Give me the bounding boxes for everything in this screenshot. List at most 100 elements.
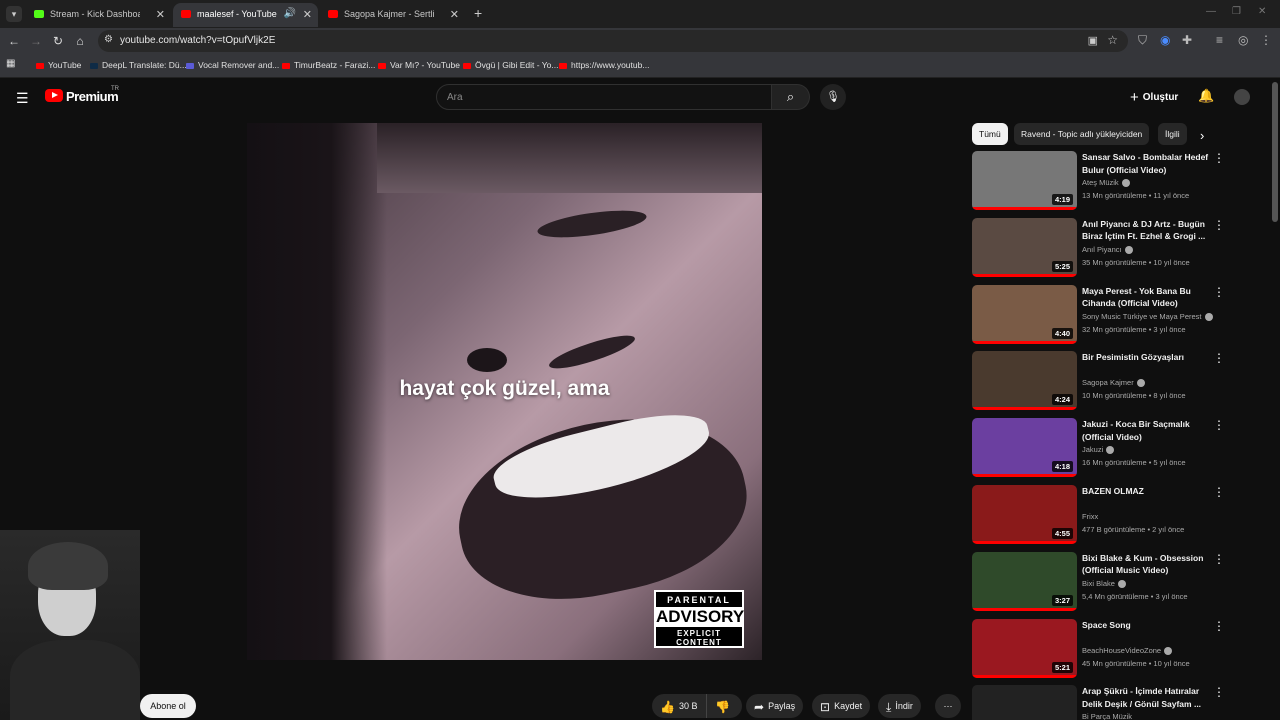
chip-related[interactable]: İlgili [1158,123,1187,145]
video-title[interactable]: Sansar Salvo - Bombalar Hedef Bulur (Off… [1082,151,1210,176]
recommendation-item[interactable]: 5:25 Anıl Piyancı & DJ Artz - Bugün Biraz… [972,217,1230,280]
channel-name[interactable]: Sony Music Türkiye ve Maya Perest [1082,312,1213,321]
more-options-icon[interactable]: ⋮ [1213,552,1225,566]
channel-name[interactable]: BeachHouseVideoZone [1082,646,1173,655]
microphone-icon[interactable]: 🎙 [820,84,846,110]
minimize-icon[interactable]: — [1206,6,1216,17]
video-thumbnail[interactable]: 5:25 [972,217,1077,277]
more-options-icon[interactable]: ⋮ [1213,218,1225,232]
channel-name[interactable]: Jakuzi [1082,445,1115,455]
video-title[interactable]: Space Song [1082,619,1210,632]
video-thumbnail[interactable]: 4:19 [972,151,1077,210]
forward-icon[interactable]: → [28,34,44,48]
create-button[interactable]: + Oluştur [1130,89,1178,106]
video-thumbnail[interactable]: 4:40 [972,284,1077,344]
browser-menu-icon[interactable]: ⋮ [1260,33,1272,47]
more-options-icon[interactable]: ⋮ [1213,619,1225,633]
more-options-icon[interactable]: ⋮ [1213,285,1225,299]
close-tab-icon[interactable]: ✕ [156,8,165,21]
speaker-icon[interactable]: 🔊 [284,8,296,19]
download-button[interactable]: ⤓ İndir [878,694,921,718]
chip-all[interactable]: Tümü [972,123,1008,145]
save-button[interactable]: ⊡ Kaydet [812,694,871,718]
channel-name[interactable]: Anıl Piyancı [1082,245,1133,254]
bookmark-vocal-remover[interactable]: Vocal Remover and... [186,60,279,70]
url-field[interactable]: ⚙ youtube.com/watch?v=tOpufVljk2E ▣ ☆ [98,30,1128,52]
tab-search-icon[interactable]: ▾ [6,6,22,22]
avatar[interactable] [1234,89,1250,105]
like-button[interactable]: 👍 30 B [652,694,708,718]
video-thumbnail[interactable]: 4:18 [972,418,1077,478]
dislike-button[interactable]: 👎 [706,694,742,718]
cast-icon[interactable]: ▣ [1088,34,1098,47]
more-options-icon[interactable]: ⋮ [1213,685,1225,699]
reload-icon[interactable]: ↻ [50,34,66,48]
notifications-bell-icon[interactable]: 🔔 [1198,88,1214,104]
new-tab-icon[interactable]: + [474,5,482,21]
channel-name[interactable]: Bi Parça Müzik [1082,712,1132,720]
recommendation-item[interactable]: 3:27 Bixi Blake & Kum - Obsession (Offici… [972,551,1230,614]
video-thumbnail[interactable]: 4:55 [972,485,1077,544]
recommendation-item[interactable]: 4:40 Maya Perest - Yok Bana Bu Cihanda (O… [972,284,1230,347]
recommendation-item[interactable]: Arap Şükrü - İçimde Hatıralar Delik Deşi… [972,685,1230,720]
more-options-icon[interactable]: ⋮ [1213,151,1225,165]
recommendation-item[interactable]: 4:55 BAZEN OLMAZ Frixx 477 B görüntüleme • … [972,485,1230,547]
more-options-icon[interactable]: ⋮ [1213,485,1225,499]
audio-extension-icon[interactable]: ◉ [1160,33,1170,47]
video-title[interactable]: Arap Şükrü - İçimde Hatıralar Delik Deşi… [1082,685,1210,710]
close-tab-icon[interactable]: ✕ [303,8,312,21]
bookmark-deepl[interactable]: DeepL Translate: Dü... [90,60,187,70]
search-icon[interactable]: ⌕ [772,84,810,110]
home-icon[interactable]: ⌂ [72,34,88,48]
bookmark-timurbeatz[interactable]: TimurBeatz - Farazi... [282,60,375,70]
media-control-icon[interactable]: ≡ [1216,33,1223,47]
shield-extension-icon[interactable]: ⛉ [1138,33,1147,48]
maximize-icon[interactable]: ❐ [1232,6,1241,17]
bookmark-var-mi[interactable]: Var Mı? - YouTube [378,60,460,70]
youtube-logo-icon[interactable] [45,89,63,102]
recommendation-item[interactable]: 5:21 Space Song BeachHouseVideoZone 45 Mn g… [972,618,1230,681]
video-title[interactable]: Jakuzi - Koca Bir Saçmalık (Official Vid… [1082,418,1210,443]
video-title[interactable]: Maya Perest - Yok Bana Bu Cihanda (Offic… [1082,285,1210,310]
video-thumbnail[interactable]: 4:24 [972,351,1077,411]
bookmark-ovgu[interactable]: Övgü | Gibi Edit - Yo... [463,60,558,70]
more-options-icon[interactable]: ⋮ [1213,351,1225,365]
recommendation-item[interactable]: 4:18 Jakuzi - Koca Bir Saçmalık (Official… [972,418,1230,480]
channel-name[interactable]: Ateş Müzik [1082,178,1130,188]
video-thumbnail[interactable]: 3:27 [972,551,1077,611]
video-title[interactable]: BAZEN OLMAZ [1082,485,1210,498]
channel-name[interactable]: Bixi Blake [1082,579,1126,588]
video-thumbnail[interactable]: 5:21 [972,618,1077,678]
tab-sagopa-kajmer[interactable]: Sagopa Kajmer - Sertlik Kanındı ✕ [320,3,465,27]
recommendation-item[interactable]: 4:19 Sansar Salvo - Bombalar Hedef Bulur … [972,151,1230,213]
video-title[interactable]: Bixi Blake & Kum - Obsession (Official M… [1082,552,1210,577]
bookmark-youtube[interactable]: YouTube [36,60,81,70]
bookmark-youtube-url[interactable]: https://www.youtub... [559,60,649,70]
extensions-icon[interactable]: ✚ [1182,33,1192,47]
site-info-icon[interactable]: ⚙ [104,34,113,45]
chip-ravend-topic[interactable]: Ravend - Topic adlı yükleyiciden [1014,123,1150,145]
channel-name[interactable]: Frixx [1082,512,1098,521]
video-thumbnail[interactable] [972,685,1077,720]
channel-name[interactable]: Sagopa Kajmer [1082,378,1145,388]
share-button[interactable]: ➦ Paylaş [746,694,804,718]
scrollbar[interactable] [1272,82,1278,222]
profile-icon[interactable]: ◎ [1238,33,1248,47]
subscribe-button[interactable]: Abone ol [140,694,196,718]
recommendation-item[interactable]: 4:24 Bir Pesimistin Gözyaşları Sagopa Kajm… [972,351,1230,413]
close-tab-icon[interactable]: ✕ [450,8,459,21]
more-options-icon[interactable]: ⋮ [1213,418,1225,432]
menu-icon[interactable]: ☰ [16,90,29,107]
more-actions-button[interactable]: ⋯ [935,694,961,718]
chevron-right-icon[interactable]: › [1200,128,1204,143]
apps-grid-icon[interactable]: ▦ [6,58,15,69]
close-window-icon[interactable]: ✕ [1258,6,1266,17]
tab-maalesef-youtube[interactable]: maalesef - YouTube 🔊 ✕ [173,3,318,27]
video-title[interactable]: Bir Pesimistin Gözyaşları [1082,351,1210,364]
search-input[interactable]: Ara [436,84,772,110]
back-icon[interactable]: ← [6,34,22,48]
video-player[interactable]: hayat çok güzel, ama PARENTAL ADVISORY E… [247,123,762,660]
bookmark-star-icon[interactable]: ☆ [1107,33,1118,47]
tab-kick-dashboard[interactable]: Stream - Kick Dashboard ✕ [26,3,171,27]
video-title[interactable]: Anıl Piyancı & DJ Artz - Bugün Biraz İçt… [1082,218,1210,243]
